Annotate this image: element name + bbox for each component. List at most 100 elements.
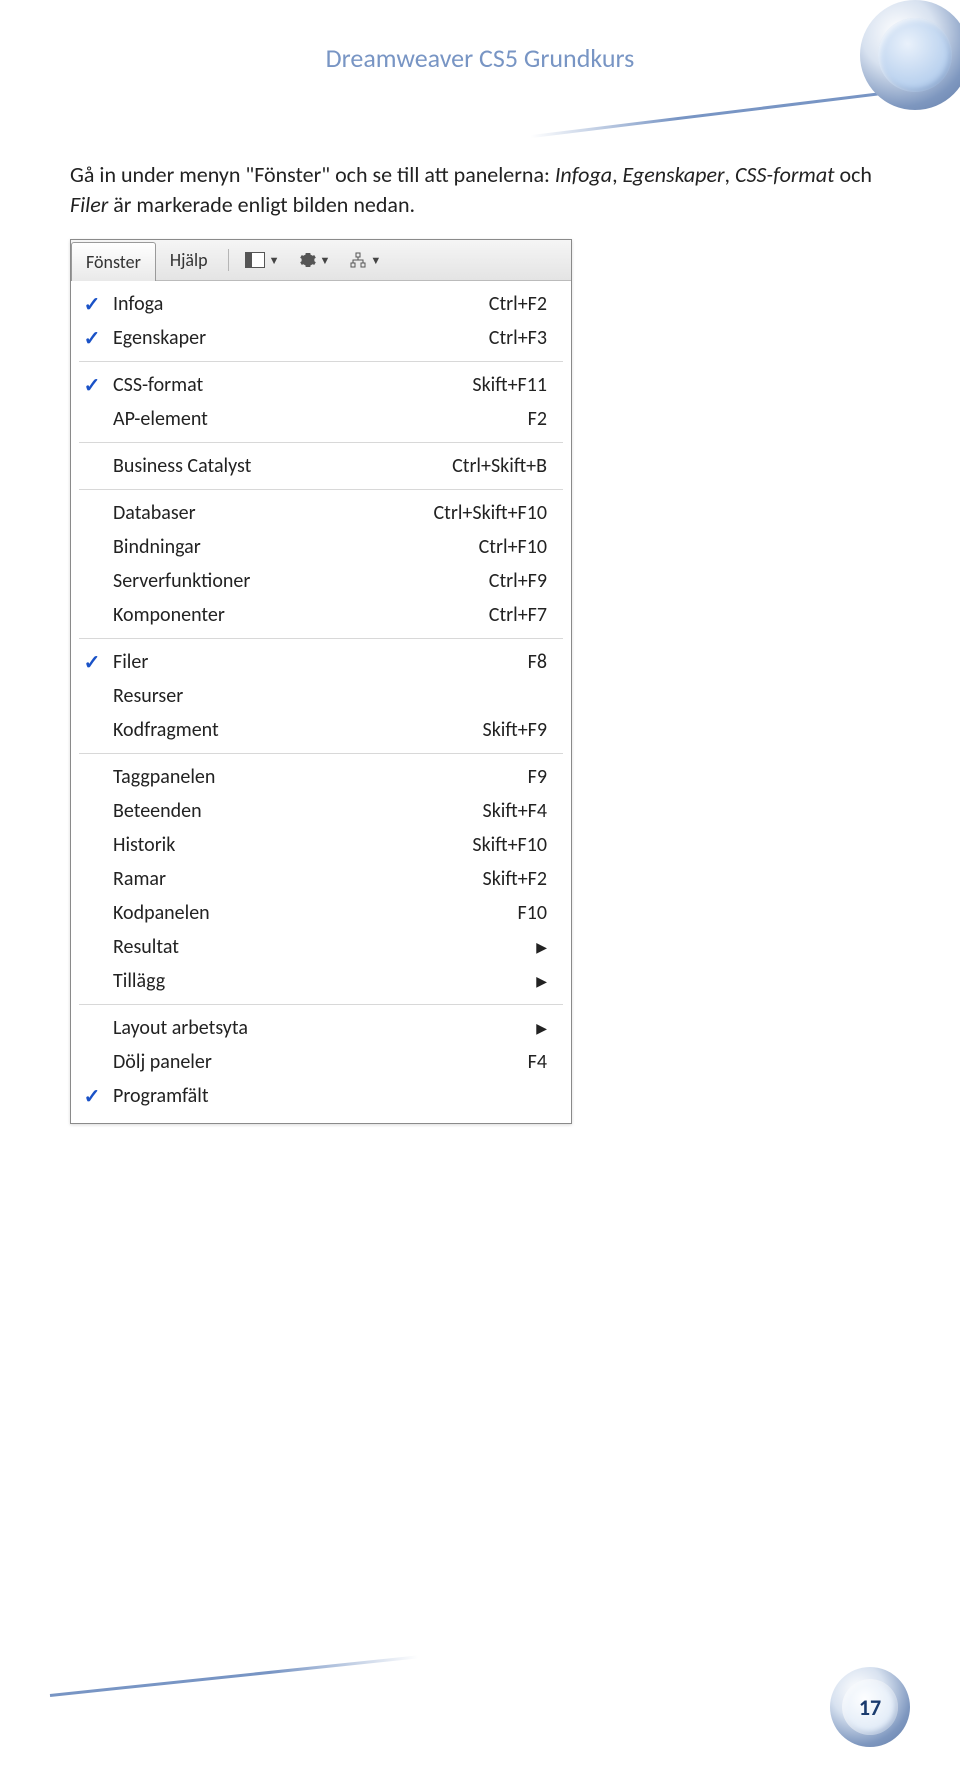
menu-divider — [79, 1004, 563, 1005]
menu-item[interactable]: ✓ EgenskaperCtrl+F3 — [71, 321, 571, 355]
menu-item-label: Dölj paneler — [113, 1050, 377, 1074]
layout-icon — [245, 252, 265, 268]
text-emphasis: CSS-format — [735, 161, 834, 188]
menu-item[interactable]: AP-elementF2 — [71, 402, 571, 436]
menu-item-label: Beteenden — [113, 799, 377, 823]
menu-item-shortcut: Skift+F10 — [377, 833, 571, 857]
menu-item[interactable]: BindningarCtrl+F10 — [71, 530, 571, 564]
page-number-badge: 17 — [830, 1667, 910, 1747]
menu-divider — [79, 638, 563, 639]
page-number: 17 — [842, 1679, 898, 1735]
menu-item-label: Kodpanelen — [113, 901, 377, 925]
menu-item-label: CSS-format — [113, 373, 377, 397]
menu-item-label: Tillägg — [113, 969, 377, 993]
header-decor-line — [531, 90, 899, 138]
menu-divider — [79, 442, 563, 443]
menu-item[interactable]: ✓InfogaCtrl+F2 — [71, 287, 571, 321]
menu-item[interactable]: TaggpanelenF9 — [71, 760, 571, 794]
menubar-separator — [228, 249, 229, 271]
check-icon: ✓ — [84, 373, 101, 398]
menu-item-shortcut: Ctrl+F3 — [377, 326, 571, 350]
chevron-down-icon: ▼ — [370, 254, 381, 267]
toolbar-settings-button[interactable]: ▼ — [290, 252, 341, 268]
menu-item-shortcut: Skift+F11 — [377, 373, 571, 397]
menu-divider — [79, 361, 563, 362]
menu-item-shortcut: F8 — [377, 650, 571, 674]
menu-item[interactable]: BeteendenSkift+F4 — [71, 794, 571, 828]
instruction-paragraph: Gå in under menyn "Fönster" och se till … — [70, 160, 890, 219]
menu-item-label: Resultat — [113, 935, 377, 959]
menu-screenshot: Fönster Hjälp ▼ ▼ ▼ ✓InfogaCtrl+F2✓Egens… — [70, 239, 572, 1124]
menu-item-label: Filer — [113, 650, 377, 674]
menu-item-label: Kodfragment — [113, 718, 377, 742]
menu-item-label: Taggpanelen — [113, 765, 377, 789]
menu-item-shortcut: F4 — [377, 1050, 571, 1074]
menu-item-shortcut: Skift+F2 — [377, 867, 571, 891]
submenu-arrow-icon: ▶ — [377, 1020, 571, 1037]
menu-item[interactable]: HistorikSkift+F10 — [71, 828, 571, 862]
menu-item-check: ✓ — [71, 373, 113, 398]
menu-item-shortcut: Ctrl+F9 — [377, 569, 571, 593]
check-icon: ✓ — [84, 326, 101, 351]
menu-item-label: Bindningar — [113, 535, 377, 559]
menu-item-label: Egenskaper — [113, 326, 377, 350]
text-fragment: , — [725, 161, 735, 188]
menu-item-shortcut: F2 — [377, 407, 571, 431]
chevron-down-icon: ▼ — [269, 254, 280, 267]
page-header: Dreamweaver CS5 Grundkurs — [0, 0, 960, 130]
menubar-item-hjalp[interactable]: Hjälp — [156, 240, 222, 280]
menu-item-shortcut: F9 — [377, 765, 571, 789]
menu-item-label: Programfält — [113, 1084, 377, 1108]
menu-item-label: Layout arbetsyta — [113, 1016, 377, 1040]
menu-item[interactable]: Layout arbetsyta▶ — [71, 1011, 571, 1045]
menu-item-shortcut: Skift+F9 — [377, 718, 571, 742]
menu-item-label: Serverfunktioner — [113, 569, 377, 593]
menu-item[interactable]: KodfragmentSkift+F9 — [71, 713, 571, 747]
menu-item[interactable]: ✓ CSS-formatSkift+F11 — [71, 368, 571, 402]
menu-item[interactable]: KomponenterCtrl+F7 — [71, 598, 571, 632]
menu-item[interactable]: DatabaserCtrl+Skift+F10 — [71, 496, 571, 530]
text-fragment: Gå in under menyn "Fönster" och se till … — [70, 161, 555, 188]
text-emphasis: Egenskaper — [623, 161, 725, 188]
menu-item-shortcut: Ctrl+F7 — [377, 603, 571, 627]
header-decor-ring — [860, 0, 960, 110]
menu-item-check: ✓ — [71, 326, 113, 351]
text-emphasis: Infoga — [555, 161, 612, 188]
menu-item-shortcut: Ctrl+Skift+F10 — [377, 501, 571, 525]
menu-item-shortcut: Ctrl+Skift+B — [377, 454, 571, 478]
menu-item[interactable]: ✓ FilerF8 — [71, 645, 571, 679]
menu-item[interactable]: ✓ Programfält — [71, 1079, 571, 1113]
gear-icon — [300, 252, 316, 268]
menu-item-label: Databaser — [113, 501, 377, 525]
document-title: Dreamweaver CS5 Grundkurs — [0, 0, 960, 74]
menu-item[interactable]: RamarSkift+F2 — [71, 862, 571, 896]
menu-item[interactable]: Tillägg▶ — [71, 964, 571, 998]
menu-item-label: Komponenter — [113, 603, 377, 627]
menu-item-label: Resurser — [113, 684, 377, 708]
menu-item-check: ✓ — [71, 650, 113, 675]
text-emphasis: Filer — [70, 191, 108, 218]
menu-divider — [79, 489, 563, 490]
check-icon: ✓ — [84, 1084, 101, 1109]
menu-item[interactable]: Dölj panelerF4 — [71, 1045, 571, 1079]
menu-item-check: ✓ — [71, 292, 113, 317]
menu-item[interactable]: ServerfunktionerCtrl+F9 — [71, 564, 571, 598]
application-menubar: Fönster Hjälp ▼ ▼ ▼ — [71, 240, 571, 281]
submenu-arrow-icon: ▶ — [377, 973, 571, 990]
menu-item[interactable]: Business CatalystCtrl+Skift+B — [71, 449, 571, 483]
text-fragment: , — [612, 161, 622, 188]
menu-item[interactable]: KodpanelenF10 — [71, 896, 571, 930]
menu-item-shortcut: Skift+F4 — [377, 799, 571, 823]
menu-divider — [79, 753, 563, 754]
toolbar-layout-button[interactable]: ▼ — [235, 252, 290, 268]
text-fragment: är markerade enligt bilden nedan. — [108, 191, 415, 218]
check-icon: ✓ — [84, 650, 101, 675]
menu-item[interactable]: Resultat▶ — [71, 930, 571, 964]
submenu-arrow-icon: ▶ — [377, 939, 571, 956]
menubar-item-fonster[interactable]: Fönster — [71, 242, 156, 281]
menu-item-label: Infoga — [113, 292, 377, 316]
menu-item-label: AP-element — [113, 407, 377, 431]
menu-item[interactable]: Resurser — [71, 679, 571, 713]
toolbar-site-button[interactable]: ▼ — [340, 252, 391, 268]
menu-item-shortcut: Ctrl+F10 — [377, 535, 571, 559]
